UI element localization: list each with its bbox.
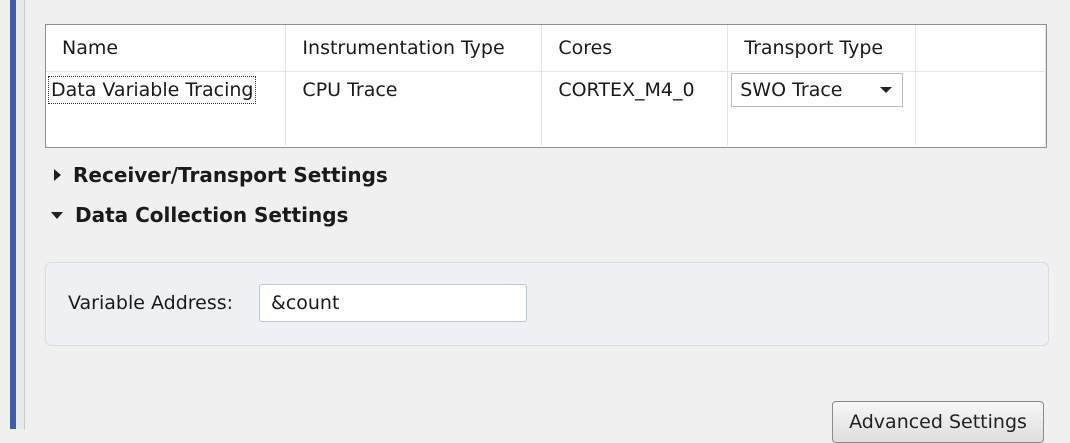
cell-transport-type[interactable]: SWO Trace xyxy=(727,71,917,108)
column-header-name[interactable]: Name xyxy=(46,25,287,72)
receiver-transport-section-toggle[interactable]: Receiver/Transport Settings xyxy=(54,163,388,187)
transport-type-dropdown[interactable]: SWO Trace xyxy=(731,73,904,107)
data-collection-section-label: Data Collection Settings xyxy=(75,203,349,227)
advanced-settings-button[interactable]: Advanced Settings xyxy=(832,401,1044,443)
variable-address-label: Variable Address: xyxy=(68,292,234,314)
transport-type-value: SWO Trace xyxy=(740,79,843,101)
cell-name-text: Data Variable Tracing xyxy=(48,76,257,104)
chevron-down-icon xyxy=(880,87,893,93)
collapse-arrow-icon xyxy=(51,211,63,219)
empty-cell xyxy=(541,108,729,146)
cell-instrumentation-type[interactable]: CPU Trace xyxy=(285,71,543,108)
instrumentation-table: Name Instrumentation Type Cores Transpor… xyxy=(45,24,1047,148)
receiver-transport-section-label: Receiver/Transport Settings xyxy=(73,163,388,187)
cell-name[interactable]: Data Variable Tracing xyxy=(46,71,287,108)
empty-cell xyxy=(46,108,287,146)
variable-address-input[interactable]: &count xyxy=(259,284,527,322)
empty-cell xyxy=(915,108,1046,146)
cell-cores[interactable]: CORTEX_M4_0 xyxy=(541,71,729,108)
column-header-instrumentation-type[interactable]: Instrumentation Type xyxy=(285,25,543,72)
cell-empty xyxy=(915,71,1046,108)
empty-cell xyxy=(285,108,543,146)
table-row-empty xyxy=(46,108,1046,146)
left-panel-edge xyxy=(16,0,25,429)
column-header-cores[interactable]: Cores xyxy=(541,25,729,72)
data-collection-section-toggle[interactable]: Data Collection Settings xyxy=(51,203,348,227)
expand-arrow-icon xyxy=(54,169,61,181)
empty-cell xyxy=(727,108,917,146)
table-row[interactable]: Data Variable Tracing CPU Trace CORTEX_M… xyxy=(46,71,1046,108)
column-header-transport-type[interactable]: Transport Type xyxy=(727,25,917,72)
column-header-empty xyxy=(915,25,1046,72)
table-header-row: Name Instrumentation Type Cores Transpor… xyxy=(46,25,1046,72)
